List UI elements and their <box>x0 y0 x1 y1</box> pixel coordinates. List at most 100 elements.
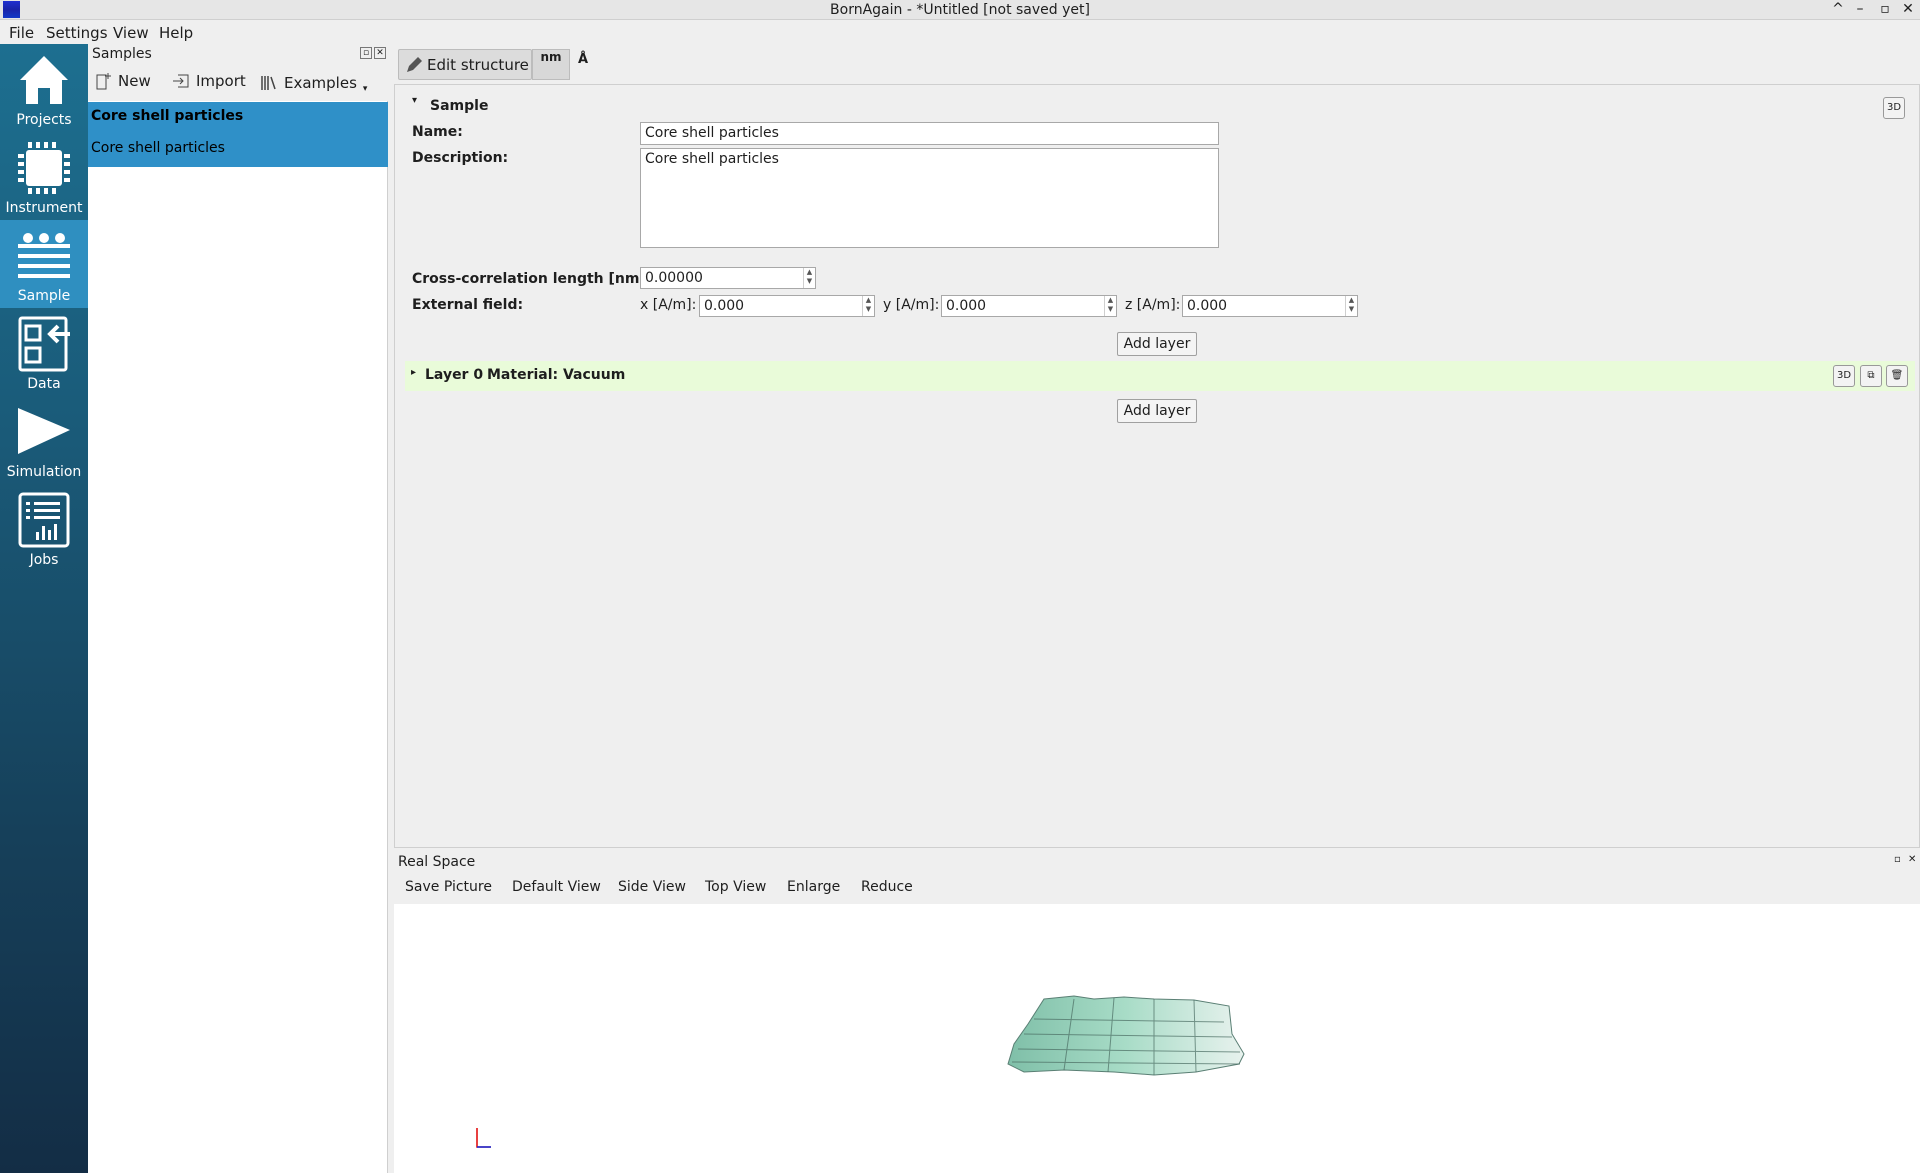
description-label: Description: <box>412 150 509 166</box>
new-label: New <box>118 72 151 90</box>
angstrom-label: Å <box>578 52 589 67</box>
nav-jobs-label: Jobs <box>29 552 59 568</box>
realspace-header: Real Space ▫ ✕ <box>394 852 1920 872</box>
spin-arrows-icon[interactable]: ▲ ▼ <box>803 268 815 288</box>
samples-toolbar: New Import Examples ▾ <box>88 64 388 101</box>
import-label: Import <box>196 72 246 90</box>
x-field-value: 0.000 <box>704 298 745 314</box>
samples-panel: Samples ▫ ✕ New Import Examples ▾ Core s… <box>88 44 388 1173</box>
samples-header: Samples ▫ ✕ <box>88 44 388 64</box>
collapse-arrow-icon[interactable]: ▾ <box>412 95 417 106</box>
layer-3d-icon[interactable]: 3D <box>1833 365 1855 387</box>
expand-arrow-icon[interactable]: ▸ <box>411 367 416 378</box>
close-panel-icon[interactable]: ✕ <box>374 47 386 59</box>
name-label: Name: <box>412 124 463 140</box>
layers-icon <box>18 233 70 278</box>
cross-correlation-label: Cross-correlation length [nm]: <box>412 271 652 287</box>
cross-correlation-spinbox[interactable]: 0.00000 ▲ ▼ <box>640 267 816 289</box>
menu-file[interactable]: File <box>9 24 34 42</box>
nav-instrument-label: Instrument <box>5 200 83 216</box>
main-nav: Projects Instrument Sample Data Simulati… <box>0 44 88 1173</box>
realspace-title: Real Space <box>398 854 476 870</box>
name-field[interactable]: Core shell particles <box>640 122 1219 145</box>
home-icon <box>20 56 68 104</box>
realspace-toolbar: Save Picture Default View Side View Top … <box>394 872 1920 904</box>
x-field-label: x [A/m]: <box>640 297 697 313</box>
3d-view-icon[interactable]: 3D <box>1883 97 1905 119</box>
nav-instrument[interactable]: Instrument <box>0 132 88 220</box>
sample-item-description: Core shell particles <box>91 140 225 156</box>
top-view-button[interactable]: Top View <box>705 879 766 895</box>
float-panel-icon[interactable]: ▫ <box>1894 854 1901 865</box>
layer-material: Material: Vacuum <box>487 367 626 383</box>
spin-arrows-icon[interactable]: ▲ ▼ <box>862 296 874 316</box>
edit-structure-label: Edit structure <box>427 56 529 74</box>
menu-help[interactable]: Help <box>159 24 193 42</box>
nav-simulation-label: Simulation <box>6 464 82 480</box>
y-field-value: 0.000 <box>946 298 987 314</box>
editor-toolbar: Edit structure nm Å <box>394 44 1920 84</box>
nav-sample-label: Sample <box>17 288 71 304</box>
edit-structure-button[interactable]: Edit structure <box>398 49 532 80</box>
sample-list-item[interactable]: Core shell particles Core shell particle… <box>88 102 388 167</box>
cross-correlation-value: 0.00000 <box>645 270 703 286</box>
nav-data[interactable]: Data <box>0 308 88 396</box>
unit-nm-toggle[interactable]: nm <box>532 49 570 80</box>
library-icon <box>261 76 276 90</box>
delete-layer-icon[interactable]: 🗑 <box>1886 365 1908 387</box>
minimize-icon[interactable]: – <box>1851 1 1869 17</box>
float-panel-icon[interactable]: ▫ <box>360 47 372 59</box>
section-title: Sample <box>430 98 489 114</box>
spin-arrows-icon[interactable]: ▲ ▼ <box>1104 296 1116 316</box>
external-field-label: External field: <box>412 297 524 313</box>
menu-view[interactable]: View <box>113 24 149 42</box>
nav-sample[interactable]: Sample <box>0 220 88 308</box>
save-picture-button[interactable]: Save Picture <box>405 879 492 895</box>
realspace-3d-view[interactable] <box>394 904 1920 1173</box>
default-view-button[interactable]: Default View <box>512 879 601 895</box>
nav-data-label: Data <box>27 376 61 392</box>
duplicate-layer-icon[interactable]: ⧉ <box>1860 365 1882 387</box>
unit-angstrom-toggle[interactable]: Å <box>578 52 588 67</box>
spin-arrows-icon[interactable]: ▲ ▼ <box>1345 296 1357 316</box>
nav-projects[interactable]: Projects <box>0 44 88 132</box>
nav-jobs[interactable]: Jobs <box>0 484 88 572</box>
y-field-label: y [A/m]: <box>883 297 940 313</box>
jobs-chart-icon <box>18 492 70 548</box>
sample-item-name: Core shell particles <box>91 108 244 124</box>
y-field-spinbox[interactable]: 0.000 ▲ ▼ <box>941 295 1117 317</box>
reduce-button[interactable]: Reduce <box>861 879 913 895</box>
z-field-spinbox[interactable]: 0.000 ▲ ▼ <box>1182 295 1358 317</box>
play-icon <box>18 408 70 454</box>
import-sample-button[interactable]: Import <box>172 72 246 90</box>
menu-settings[interactable]: Settings <box>46 24 108 42</box>
nav-projects-label: Projects <box>16 112 72 128</box>
data-import-icon <box>18 316 70 372</box>
restore-up-icon[interactable]: ^ <box>1829 1 1847 17</box>
layer-title: Layer 0 <box>425 367 484 383</box>
nm-label: nm <box>540 50 562 64</box>
import-icon <box>173 74 189 88</box>
sample-editor: ▾ Sample 3D Name: Core shell particles D… <box>394 84 1920 848</box>
z-field-label: z [A/m]: <box>1125 297 1181 313</box>
examples-label: Examples <box>284 74 357 92</box>
nav-simulation[interactable]: Simulation <box>0 396 88 484</box>
z-field-value: 0.000 <box>1187 298 1228 314</box>
add-layer-bottom-button[interactable]: Add layer <box>1117 399 1197 423</box>
pencil-icon <box>407 57 422 72</box>
menu-bar: File Settings View Help <box>0 21 1920 44</box>
close-window-icon[interactable]: ✕ <box>1899 1 1917 17</box>
particle-layer-render <box>476 995 1245 1148</box>
layer-row[interactable]: ▸ Layer 0 Material: Vacuum 3D ⧉ 🗑 <box>405 361 1915 391</box>
enlarge-button[interactable]: Enlarge <box>787 879 840 895</box>
side-view-button[interactable]: Side View <box>618 879 686 895</box>
description-field[interactable]: Core shell particles <box>640 148 1219 248</box>
close-panel-icon[interactable]: ✕ <box>1908 854 1916 865</box>
window-title: BornAgain - *Untitled [not saved yet] <box>830 2 1090 18</box>
maximize-icon[interactable]: ▫ <box>1876 1 1894 17</box>
examples-button[interactable]: Examples ▾ <box>260 72 367 94</box>
new-sample-button[interactable]: New <box>96 72 151 90</box>
new-file-icon <box>96 73 111 90</box>
add-layer-button[interactable]: Add layer <box>1117 332 1197 356</box>
x-field-spinbox[interactable]: 0.000 ▲ ▼ <box>699 295 875 317</box>
